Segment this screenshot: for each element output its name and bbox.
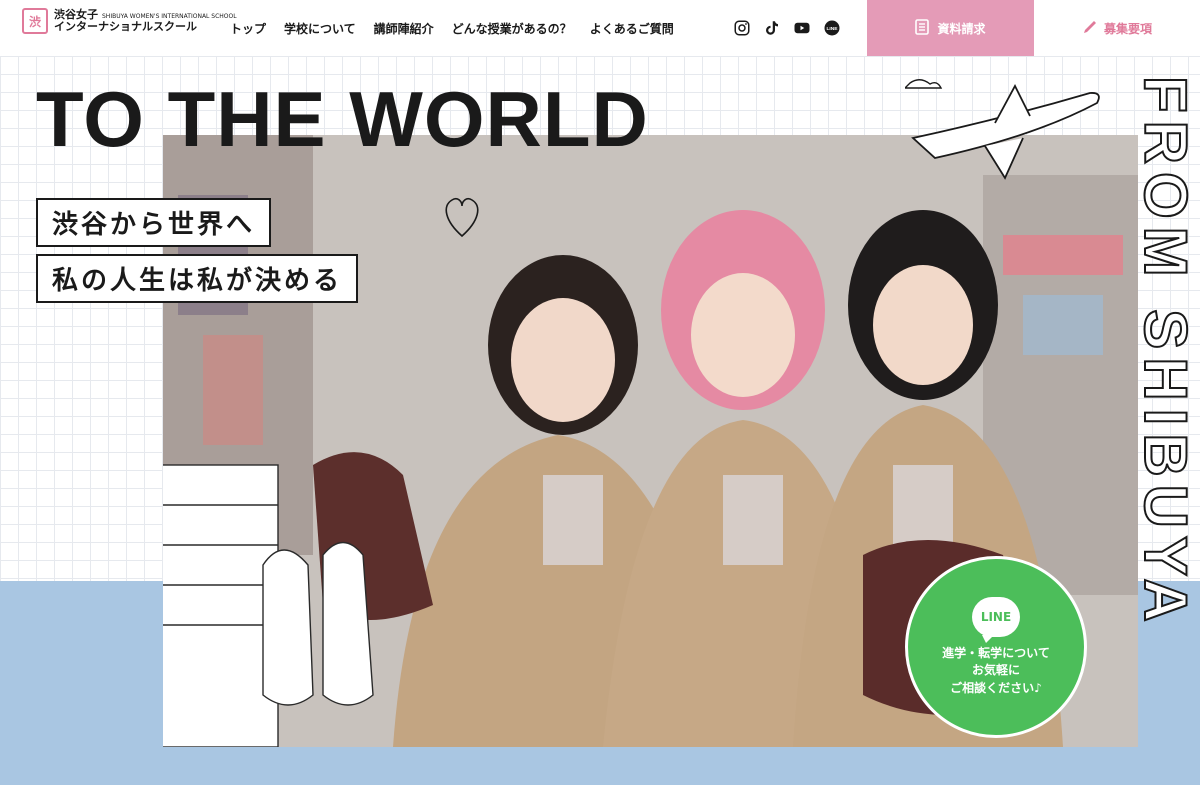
main-nav: トップ 学校について 講師陣紹介 どんな授業があるの？ よくあるご質問 [230,0,674,56]
youtube-icon[interactable] [793,19,811,37]
logo-text: 渋谷女子 SHIBUYA WOMEN'S INTERNATIONAL SCHOOL… [54,7,237,33]
hero-vertical-text: FROM SHIBUYA [1131,75,1200,631]
airplane-illustration [905,79,1100,180]
request-materials-label: 資料請求 [937,21,986,36]
hero-section: TO THE WORLD 渋谷から世界へ 私の人生は私が決める FROM SHI… [0,56,1200,785]
nav-about-school[interactable]: 学校について [284,20,356,37]
tiktok-icon[interactable] [763,19,781,37]
line-consult-button[interactable]: LINE 進学・転学について お気軽に ご相談ください♪ [905,556,1087,738]
site-logo[interactable]: 渋 渋谷女子 SHIBUYA WOMEN'S INTERNATIONAL SCHO… [22,8,237,34]
pen-icon [1082,19,1098,38]
hero-catchphrase-1: 渋谷から世界へ [36,198,272,247]
admission-guidelines-label: 募集要項 [1103,21,1152,36]
request-materials-button[interactable]: 資料請求 [867,0,1034,56]
nav-classes[interactable]: どんな授業があるの？ [452,20,572,37]
hero-title: TO THE WORLD [36,75,649,163]
line-icon[interactable]: LINE [823,19,841,37]
heart-doodle-icon [445,197,479,238]
logo-subtitle: インターナショナルスクール [54,20,197,33]
site-header: 渋 渋谷女子 SHIBUYA WOMEN'S INTERNATIONAL SCHO… [0,0,1200,56]
hero-catchphrase-2: 私の人生は私が決める [36,254,359,303]
line-consult-text-3: ご相談ください♪ [950,680,1042,695]
document-icon [915,18,930,38]
nav-instructors[interactable]: 講師陣紹介 [374,20,434,37]
logo-name-ja: 渋谷女子 [54,7,98,21]
nav-top[interactable]: トップ [230,20,266,37]
line-icon-text: LINE [826,26,838,32]
social-links: LINE [733,0,841,56]
logo-name-en: SHIBUYA WOMEN'S INTERNATIONAL SCHOOL [102,12,237,20]
line-consult-text-1: 進学・転学について [942,645,1050,660]
instagram-icon[interactable] [733,19,751,37]
admission-guidelines-button[interactable]: 募集要項 [1034,0,1200,56]
logo-mark-icon: 渋 [22,8,48,34]
nav-faq[interactable]: よくあるご質問 [590,20,674,37]
line-consult-text-2: お気軽に [971,663,1020,678]
line-logo-icon: LINE [972,596,1020,643]
